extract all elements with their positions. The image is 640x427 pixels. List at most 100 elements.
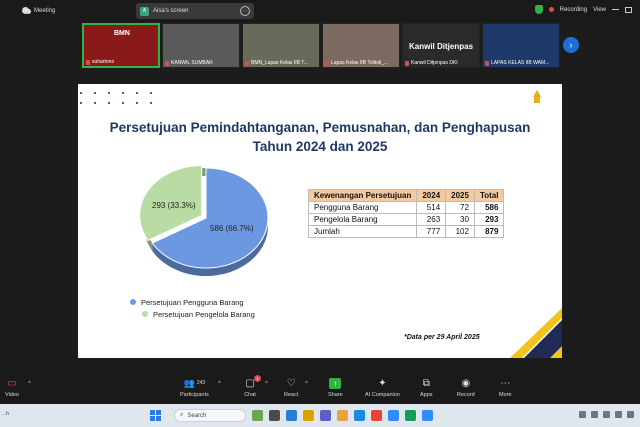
chevron-up-icon[interactable]: ^ — [218, 381, 221, 387]
taskbar-app-icon[interactable] — [320, 410, 331, 421]
data-note: *Data per 29 April 2025 — [404, 334, 480, 341]
taskbar-app-icon[interactable] — [337, 410, 348, 421]
recording-label[interactable]: Recording — [560, 7, 587, 13]
record-label: Record — [457, 392, 475, 398]
taskbar-app-icon[interactable] — [303, 410, 314, 421]
chevron-up-icon[interactable]: ^ — [305, 381, 308, 387]
taskbar-app-icon[interactable] — [269, 410, 280, 421]
chat-button[interactable]: ▢ 1 Chat — [244, 375, 261, 398]
table-cell: 293 — [473, 213, 505, 226]
column-header: Total — [473, 189, 505, 202]
taskbar-app-icon[interactable] — [252, 410, 263, 421]
react-button[interactable]: ♡ React — [284, 378, 298, 398]
table-cell: 586 — [473, 201, 505, 214]
participant-tile[interactable]: Lapas Kelas IIB Tolitoli_... — [322, 23, 400, 68]
table-cell: 263 — [416, 213, 447, 226]
taskbar-app-icon[interactable] — [405, 410, 416, 421]
participant-name: LAPAS KELAS IIB WAM... — [485, 60, 549, 66]
recording-dot-icon — [548, 7, 554, 12]
participant-name-text: Kanwil Ditjenpas DKI — [411, 60, 458, 66]
chat-badge: 1 — [254, 375, 261, 382]
maximize-icon[interactable] — [625, 6, 632, 13]
record-button[interactable]: ◉ Record — [457, 378, 475, 398]
pie-chart: 586 (66.7%) 293 (33.3%) — [136, 164, 276, 286]
ai-companion-button[interactable]: ✦ AI Companion — [365, 378, 400, 398]
apps-icon: ⧉ — [422, 378, 430, 389]
participant-tile[interactable]: LAPAS KELAS IIB WAM... — [482, 23, 560, 68]
legend-item: Persetujuan Pengelola Barang — [130, 308, 255, 320]
next-page-button[interactable]: › — [563, 37, 579, 53]
chevron-up-icon[interactable]: ^ — [265, 381, 268, 387]
system-tray — [579, 411, 634, 418]
legend-label: Persetujuan Pengelola Barang — [153, 309, 255, 319]
participants-icon: 👥 243 — [183, 378, 206, 388]
mic-muted-icon — [245, 60, 249, 66]
participant-tile[interactable]: KANWIL SUMBAR — [162, 23, 240, 68]
table-cell: Pengelola Barang — [307, 213, 418, 226]
taskbar-search[interactable]: ⌕ Search — [174, 409, 246, 422]
share-button[interactable]: ↑ Share — [328, 378, 343, 398]
shared-slide: Persetujuan Pemindahtanganan, Pemusnahan… — [78, 84, 562, 358]
column-header: 2024 — [416, 189, 447, 202]
more-dots-icon: ⋯ — [500, 378, 511, 389]
participant-tile[interactable]: Kanwil Ditjenpas Kanwil Ditjenpas DKI — [402, 23, 480, 68]
table-cell: 30 — [445, 213, 475, 226]
more-button[interactable]: ⋯ More — [499, 378, 512, 398]
screen-share-indicator[interactable]: A Aisa's screen ⋯ — [136, 3, 254, 19]
legend-label: Persetujuan Pengguna Barang — [141, 297, 244, 307]
taskbar-app-icon[interactable] — [371, 410, 382, 421]
taskbar-app-icon[interactable] — [422, 410, 433, 421]
meeting-title[interactable]: Meeting — [22, 7, 55, 14]
slide-title-line1: Persetujuan Pemindahtanganan, Pemusnahan… — [109, 120, 531, 135]
avatar: A — [140, 6, 149, 16]
minimize-icon[interactable] — [612, 9, 619, 10]
participant-tile[interactable]: BMN suhartono — [82, 23, 160, 68]
table-header-row: Kewenangan Persetujuan 2024 2025 Total — [307, 189, 505, 202]
table-row: Pengelola Barang 263 30 293 — [307, 213, 505, 226]
video-button[interactable]: ▭ Video — [5, 378, 19, 398]
table-cell: 514 — [416, 201, 447, 214]
search-icon: ⌕ — [180, 412, 184, 418]
participant-tile[interactable]: BMN_Lapas Kelas IIB T... — [242, 23, 320, 68]
participants-button[interactable]: 👥 243 Participants — [180, 378, 209, 398]
decorative-dots — [80, 92, 154, 104]
tray-icon[interactable] — [591, 411, 598, 418]
table-row: Pengguna Barang 514 72 586 — [307, 201, 505, 214]
encryption-shield-icon[interactable] — [534, 5, 543, 14]
windows-start-icon[interactable] — [150, 410, 161, 421]
taskbar-app-icon[interactable] — [388, 410, 399, 421]
participant-name: suhartono — [86, 59, 114, 65]
more-options-icon[interactable]: ⋯ — [240, 6, 250, 16]
ministry-logo — [530, 90, 544, 104]
react-label: React — [284, 392, 299, 398]
table-cell: Pengguna Barang — [307, 201, 418, 214]
meeting-toolbar: ▭ Video ^ 👥 243 Participants ^ ▢ 1 Chat ^ … — [0, 374, 640, 404]
table-cell: Jumlah — [307, 225, 418, 238]
taskbar-app-icon[interactable] — [354, 410, 365, 421]
taskbar-app-icon[interactable] — [286, 410, 297, 421]
screen-share-label: Aisa's screen — [153, 8, 189, 14]
chevron-up-icon[interactable]: ^ — [28, 381, 31, 387]
legend-swatch — [142, 311, 148, 317]
volume-icon[interactable] — [615, 411, 622, 418]
search-placeholder: Search — [187, 412, 207, 419]
view-button[interactable]: View — [593, 7, 606, 13]
approval-table: Kewenangan Persetujuan 2024 2025 Total P… — [307, 189, 505, 238]
sparkle-icon: ✦ — [378, 378, 387, 389]
wifi-icon[interactable] — [603, 411, 610, 418]
legend-swatch — [130, 299, 136, 305]
participant-name-text: suhartono — [92, 59, 115, 65]
windows-taskbar: ...h ⌕ Search — [0, 404, 640, 427]
tray-icon[interactable] — [579, 411, 586, 418]
chevron-right-icon: › — [569, 40, 573, 50]
battery-icon[interactable] — [627, 411, 634, 418]
apps-button[interactable]: ⧉ Apps — [420, 378, 433, 398]
participant-name: BMN_Lapas Kelas IIB T... — [245, 60, 308, 66]
participant-name-text: LAPAS KELAS IIB WAM... — [491, 60, 550, 66]
pie-label-pengguna: 586 (66.7%) — [210, 224, 254, 233]
participant-filmstrip: BMN suhartono KANWIL SUMBAR BMN_Lapas Kelas… — [82, 23, 560, 68]
ai-companion-label: AI Companion — [365, 392, 400, 398]
top-right-controls: Recording View — [534, 5, 632, 14]
taskbar-apps — [252, 410, 433, 421]
decorative-stripes — [510, 308, 562, 358]
